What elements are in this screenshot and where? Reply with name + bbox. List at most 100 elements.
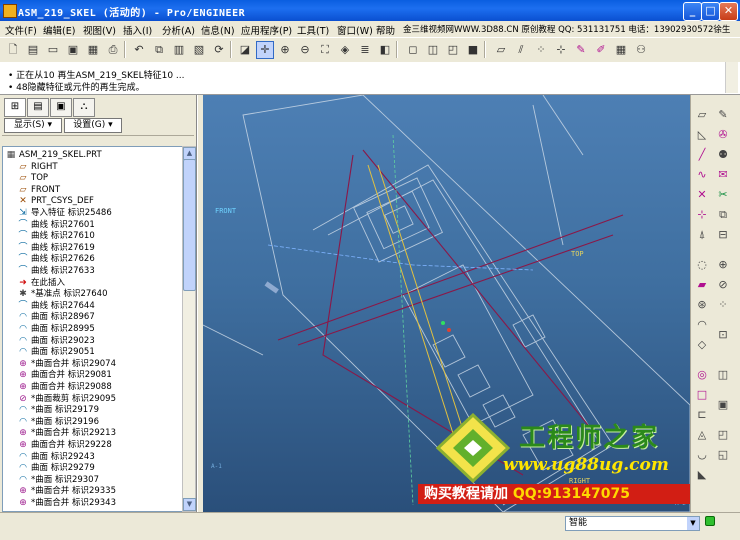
tree-item[interactable]: ➜ 在此插入 (17, 277, 65, 289)
tree-item[interactable]: ⌒ 曲线 标识27610 (17, 230, 94, 242)
hole-tool-icon[interactable]: ◎ (694, 367, 710, 383)
reference-tool-icon[interactable]: ⚉ (715, 147, 731, 163)
menu-info[interactable]: 信息(N) (201, 23, 235, 37)
datum-axis-tool-icon[interactable]: ╱ (694, 147, 710, 163)
solidify-tool-icon[interactable]: ▣ (715, 397, 731, 413)
tree-scrollbar[interactable]: ▲ ▼ (182, 146, 196, 512)
variable-section-tool-icon[interactable]: ◱ (715, 447, 731, 463)
datum-points-icon[interactable]: ⁘ (532, 41, 550, 59)
reorient-icon[interactable]: ◈ (336, 41, 354, 59)
tree-item[interactable]: ⊕ *曲面合并 标识29343 (17, 497, 116, 509)
tree-item[interactable]: ⊕ 曲面合并 标识29081 (17, 369, 112, 381)
draft-tool-icon[interactable]: ◬ (694, 427, 710, 443)
tree-item[interactable]: ⊕ 曲面合并 标识29088 (17, 381, 112, 393)
sketch-icon[interactable]: ✐ (592, 41, 610, 59)
tree-item[interactable]: ⌒ 曲线 标识27619 (17, 242, 94, 254)
merge-tool-icon[interactable]: ⊕ (715, 257, 731, 273)
scroll-down-icon[interactable]: ▼ (183, 498, 196, 511)
model-tree-tab[interactable]: ⊞ (4, 98, 26, 117)
menu-tools[interactable]: 工具(T) (297, 23, 329, 37)
menu-analysis[interactable]: 分析(A) (162, 23, 195, 37)
saved-views-icon[interactable]: ≣ (356, 41, 374, 59)
zoom-in-icon[interactable]: ⊕ (276, 41, 294, 59)
trim-tool-icon[interactable]: ⊘ (715, 277, 731, 293)
folder-icon[interactable]: ▭ (44, 41, 62, 59)
menu-help[interactable]: 帮助 (376, 23, 395, 37)
tree-item[interactable]: ⊕ *曲面合并 标识29213 (17, 427, 116, 439)
menu-window[interactable]: 窗口(W) (337, 23, 373, 37)
rib-tool-icon[interactable]: ⊏ (694, 407, 710, 423)
pattern-tool-icon[interactable]: ⁘ (715, 297, 731, 313)
tree-item[interactable]: ◠ 曲面 标识29051 (17, 346, 95, 358)
minimize-button[interactable]: _ (683, 2, 702, 21)
help-context-icon[interactable]: ▦ (612, 41, 630, 59)
tree-item[interactable]: ⌒ 曲线 标识27601 (17, 219, 94, 231)
menu-insert[interactable]: 插入(I) (123, 23, 152, 37)
tree-item[interactable]: ⊕ *曲面合并 标识29335 (17, 485, 116, 497)
chamfer-tool-icon[interactable]: ◣ (694, 467, 710, 483)
menu-view[interactable]: 视图(V) (83, 23, 116, 37)
maximize-button[interactable]: □ (701, 2, 720, 21)
menu-edit[interactable]: 编辑(E) (43, 23, 75, 37)
tree-item[interactable]: ⊕ *曲面合并 标识29074 (17, 358, 116, 370)
datum-point-tool-icon[interactable]: ✕ (694, 187, 710, 203)
repaint-icon[interactable]: ◪ (236, 41, 254, 59)
mirror-tool-icon[interactable]: ⊟ (715, 227, 731, 243)
annotation-icon[interactable]: ✎ (572, 41, 590, 59)
no-hidden-icon[interactable]: ◰ (444, 41, 462, 59)
selection-filter[interactable]: 智能 ▼ (565, 516, 700, 531)
tree-item[interactable]: ⌒ 曲线 标识27644 (17, 300, 94, 312)
tree-item[interactable]: ⇲ 导入特征 标识25486 (17, 207, 112, 219)
tree-item[interactable]: ⌒ 曲线 标识27626 (17, 253, 94, 265)
scroll-thumb[interactable] (183, 159, 196, 291)
settings-dropdown[interactable]: 设置(G) ▾ (64, 118, 122, 133)
cosmetic-tool-icon[interactable]: ✇ (715, 127, 731, 143)
open-file-icon[interactable]: ▤ (24, 41, 42, 59)
refit-icon[interactable]: ⛶ (316, 41, 334, 59)
message-tool-icon[interactable]: ✉ (715, 167, 731, 183)
graphics-viewport[interactable]: FRONT TOP RIGHT A-1 A-2 工程师之家 www.ug88ug… (203, 95, 690, 512)
tree-item[interactable]: ⌒ 曲线 标识27633 (17, 265, 94, 277)
tree-item[interactable]: ▱ TOP (17, 172, 48, 184)
boundary-blend-tool-icon[interactable]: ◰ (715, 427, 731, 443)
show-dropdown[interactable]: 显示(S) ▾ (4, 118, 62, 133)
shading-icon[interactable]: ■ (464, 41, 482, 59)
undo-icon[interactable]: ↶ (130, 41, 148, 59)
annotation-tool-icon[interactable]: ✎ (715, 107, 731, 123)
tree-item[interactable]: ⊕ 曲面合并 标识29228 (17, 439, 112, 451)
shell-tool-icon[interactable]: □ (694, 387, 710, 403)
datum-planes-icon[interactable]: ▱ (492, 41, 510, 59)
analysis-tool-icon[interactable]: ⍋ (694, 227, 710, 243)
favorites-tab[interactable]: ▣ (50, 98, 72, 117)
tree-item[interactable]: ◠ 曲面 标识28967 (17, 311, 95, 323)
spin-center-icon[interactable]: ✛ (256, 41, 274, 59)
tree-item[interactable]: ◠ *曲面 标识29196 (17, 416, 99, 428)
save-copy-icon[interactable]: ▦ (84, 41, 102, 59)
folder-browser-tab[interactable]: ▤ (27, 98, 49, 117)
zoom-out-icon[interactable]: ⊖ (296, 41, 314, 59)
tree-item[interactable]: ✱ *基准点 标识27640 (17, 288, 107, 300)
tree-item[interactable]: ◠ *曲面 标识29307 (17, 474, 99, 486)
tree-item[interactable]: ▦ ASM_219_SKEL.PRT (5, 149, 102, 161)
datum-curve-tool-icon[interactable]: ∿ (694, 167, 710, 183)
hidden-line-icon[interactable]: ◫ (424, 41, 442, 59)
save-icon[interactable]: ▣ (64, 41, 82, 59)
wireframe-icon[interactable]: ◻ (404, 41, 422, 59)
paste-special-icon[interactable]: ▧ (190, 41, 208, 59)
message-scrollbar[interactable] (725, 62, 738, 93)
tree-item[interactable]: ◠ 曲面 标识28995 (17, 323, 95, 335)
tree-item[interactable]: ◠ 曲面 标识29023 (17, 335, 95, 347)
close-button[interactable]: ✕ (719, 2, 738, 21)
scissors-tool-icon[interactable]: ✂ (715, 187, 731, 203)
menu-applications[interactable]: 应用程序(P) (241, 23, 292, 37)
datum-plane-tool-icon[interactable]: ▱ (694, 107, 710, 123)
tree-item[interactable]: ▱ RIGHT (17, 161, 58, 173)
connections-tab[interactable]: ⛬ (73, 98, 95, 117)
csys-icon[interactable]: ⊹ (552, 41, 570, 59)
blend-tool-icon[interactable]: ◇ (694, 337, 710, 353)
sweep-tool-icon[interactable]: ◠ (694, 317, 710, 333)
revolve-tool-icon[interactable]: ⊛ (694, 297, 710, 313)
new-file-icon[interactable]: 🗋 (4, 41, 22, 59)
model-tree-icon[interactable]: ⚇ (632, 41, 650, 59)
model-tree[interactable]: ▦ ASM_219_SKEL.PRT ▱ RIGHT ▱ TOP ▱ FRONT ✕ PRT_CS… (2, 146, 183, 512)
